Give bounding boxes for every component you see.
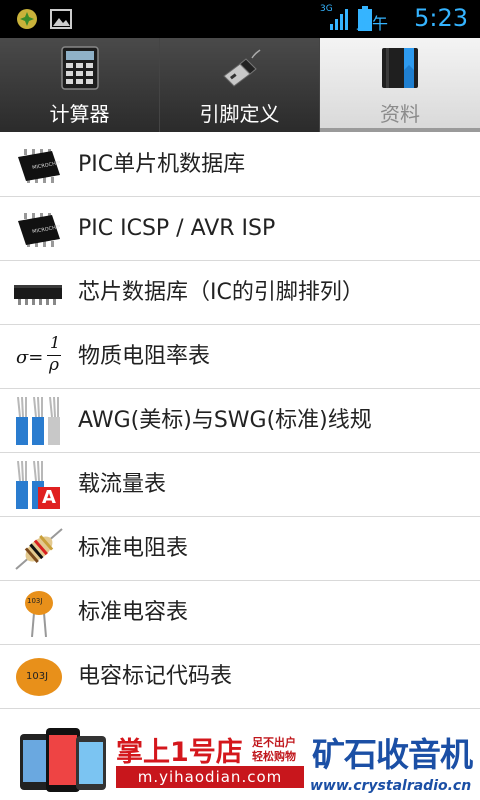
list-item-resistor-table[interactable]: 标准电阻表	[0, 517, 480, 581]
notification-app-icon	[17, 9, 37, 29]
formula-numerator: 1	[50, 333, 61, 352]
tab-bar: 计算器 引脚定义 资料	[0, 38, 480, 132]
site-watermark-title: 矿石收音机	[312, 735, 473, 774]
capacitor-code-label: 103J	[27, 597, 43, 605]
list-item-icsp-isp[interactable]: MICROCHIP PIC ICSP / AVR ISP	[0, 197, 480, 261]
capacitor-icon: 103J	[14, 589, 64, 637]
tab-calculator[interactable]: 计算器	[0, 38, 160, 132]
list-item-label: 芯片数据库（IC的引脚排列）	[78, 280, 364, 305]
usb-connector-icon	[223, 49, 261, 87]
status-bar: 3G 上午 5:23	[0, 0, 480, 38]
wires-ampere-icon: A	[14, 461, 64, 509]
calculator-icon	[61, 46, 99, 90]
list-item-label: 物质电阻率表	[78, 344, 211, 369]
list-item-label: 载流量表	[78, 472, 167, 497]
list-item-wire-gauge[interactable]: AWG(美标)与SWG(标准)线规	[0, 389, 480, 453]
tab-calculator-label: 计算器	[49, 102, 110, 126]
list-item-label: AWG(美标)与SWG(标准)线规	[78, 408, 372, 433]
tab-resources-label: 资料	[380, 102, 420, 126]
list-item-capacitor-table[interactable]: 103J 标准电容表	[0, 581, 480, 645]
list-item-label: 电容标记代码表	[78, 664, 233, 689]
phones-image-icon	[20, 728, 106, 792]
tab-resources[interactable]: 资料	[320, 38, 480, 132]
list-item-chip-database[interactable]: 芯片数据库（IC的引脚排列）	[0, 261, 480, 325]
microchip-ic-icon: MICROCHIP	[18, 149, 61, 183]
dip-chip-icon	[14, 285, 62, 305]
site-watermark-url: www.crystalradio.cn	[310, 778, 472, 794]
book-icon	[382, 48, 418, 88]
active-tab-indicator	[320, 128, 480, 132]
tab-pinout-label: 引脚定义	[199, 102, 280, 126]
list-item-label: PIC ICSP / AVR ISP	[78, 216, 276, 241]
ampere-badge: A	[38, 487, 60, 509]
ad-slogan-2: 轻松购物	[252, 750, 296, 763]
ad-banner[interactable]: 掌上1号店 足不出户 轻松购物 m.yihaodian.com 矿石收音机 ww…	[0, 718, 480, 800]
list-item-label: 标准电容表	[78, 600, 189, 625]
list-item-label: 标准电阻表	[78, 536, 189, 561]
wires-icon	[16, 397, 60, 445]
capacitor-disc-icon: 103J	[14, 653, 64, 701]
formula-sigma: σ=	[16, 347, 44, 368]
microchip-ic-icon: MICROCHIP	[18, 213, 61, 247]
resistor-icon	[15, 528, 63, 570]
list-item-pic-database[interactable]: MICROCHIP PIC单片机数据库	[0, 133, 480, 197]
ad-url: m.yihaodian.com	[116, 766, 304, 788]
list-item-ampacity[interactable]: A 载流量表	[0, 453, 480, 517]
capacitor-code-label: 103J	[26, 671, 49, 682]
list-item-resistivity[interactable]: σ= 1 ρ 物质电阻率表	[0, 325, 480, 389]
tab-pinout[interactable]: 引脚定义	[160, 38, 320, 132]
list-item-label: PIC单片机数据库	[78, 152, 246, 177]
list-item-capacitor-codes[interactable]: 103J 电容标记代码表	[0, 645, 480, 709]
clock-ampm: 上午	[355, 14, 388, 33]
signal-icon	[330, 9, 348, 30]
resistivity-formula-icon: σ= 1 ρ	[14, 333, 64, 381]
formula-denominator: ρ	[49, 355, 59, 375]
clock-time: 5:23	[414, 4, 468, 32]
resource-list: MICROCHIP PIC单片机数据库 MICROCHIP PIC ICSP /…	[0, 133, 480, 709]
image-notification-icon	[50, 9, 72, 29]
ad-brand-title: 掌上1号店	[116, 737, 243, 768]
